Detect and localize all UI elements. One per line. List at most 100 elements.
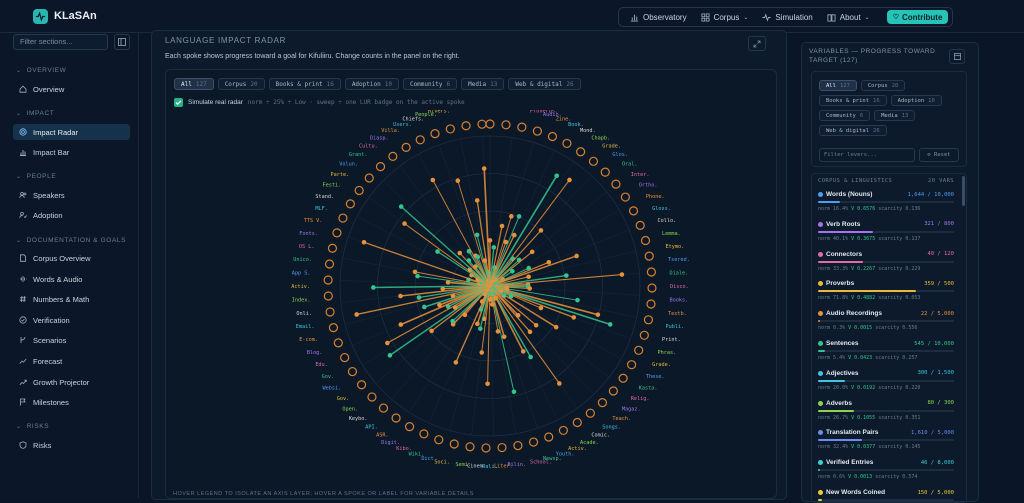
radar-spoke-label[interactable]: Glos.: [612, 152, 628, 158]
radar-spoke-label[interactable]: Tsered.: [668, 257, 690, 263]
radar-spoke-label[interactable]: Websi.: [323, 385, 342, 391]
chip-web-digital[interactable]: Web & digital26: [508, 78, 580, 90]
sidebar-item-overview[interactable]: Overview: [13, 81, 130, 97]
var-chip-adoption[interactable]: Adoption10: [891, 95, 942, 106]
expand-button[interactable]: [748, 36, 766, 51]
sidebar-item-corpus-overview[interactable]: Corpus Overview: [13, 250, 130, 266]
radar-value-point[interactable]: [564, 273, 569, 278]
var-chip-community[interactable]: Community6: [819, 110, 870, 121]
sidebar-item-milestones[interactable]: Milestones: [13, 394, 130, 410]
radar-spoke-label[interactable]: E-com.: [299, 337, 318, 343]
sidebar-item-speakers[interactable]: Speakers: [13, 187, 130, 203]
radar-spoke-label[interactable]: Etymo.: [665, 244, 684, 250]
radar-spoke-label[interactable]: Gov.: [322, 374, 335, 380]
radar-value-point[interactable]: [476, 255, 481, 260]
radar-spoke-label[interactable]: Users.: [393, 122, 412, 128]
contribute-button[interactable]: ♡ Contribute: [887, 10, 949, 24]
radar-spoke-label[interactable]: Mond.: [580, 128, 596, 134]
radar-spoke-label[interactable]: Kasta.: [639, 385, 658, 391]
variable-item[interactable]: Adverbs80 / 300norm 26.7% V 0.1055 scarc…: [818, 399, 954, 426]
radar-spoke-label[interactable]: Phras.: [658, 350, 677, 356]
sidebar-item-growth-projector[interactable]: Growth Projector: [13, 374, 130, 390]
radar-spoke-label[interactable]: Kibo.: [396, 446, 412, 452]
var-chip-books-print[interactable]: Books & print16: [819, 95, 887, 106]
radar-value-point[interactable]: [467, 258, 472, 263]
radar-value-point[interactable]: [528, 330, 533, 335]
var-chip-media[interactable]: Media13: [874, 110, 915, 121]
impact-radar-chart[interactable]: Words.Verb.Sentences.Proverbs.Audio.Zine…: [166, 110, 778, 500]
radar-value-point[interactable]: [417, 295, 422, 300]
section-people[interactable]: ⌄PEOPLE: [16, 173, 56, 180]
radar-value-point[interactable]: [530, 250, 535, 255]
radar-value-point[interactable]: [490, 302, 495, 307]
radar-value-point[interactable]: [450, 319, 455, 324]
radar-spoke-label[interactable]: OS L.: [299, 244, 315, 250]
radar-spoke-label[interactable]: Print.: [662, 337, 681, 343]
variable-item[interactable]: Verb Roots321 / 800norm 40.1% V 0.3675 s…: [818, 220, 954, 247]
radar-spoke-label[interactable]: Email.: [296, 324, 315, 330]
sidebar-item-forecast[interactable]: Forecast: [13, 353, 130, 369]
radar-value-point[interactable]: [574, 254, 579, 259]
section-documentation[interactable]: ⌄DOCUMENTATION & GOALS: [16, 237, 126, 244]
radar-value-point[interactable]: [413, 270, 418, 275]
radar-spoke-label[interactable]: Oral.: [622, 162, 638, 168]
radar-value-point[interactable]: [526, 274, 531, 279]
nav-observatory[interactable]: Observatory: [623, 8, 694, 26]
radar-value-point[interactable]: [398, 294, 403, 299]
radar-spoke-label[interactable]: Villa.: [381, 128, 400, 134]
radar-value-point[interactable]: [512, 389, 517, 394]
radar-spoke-label[interactable]: Unico.: [293, 257, 312, 263]
radar-value-point[interactable]: [554, 173, 559, 178]
radar-value-point[interactable]: [492, 245, 497, 250]
radar-spoke-label[interactable]: Activ.: [291, 284, 310, 290]
radar-value-point[interactable]: [455, 178, 460, 183]
radar-spoke-label[interactable]: Songs.: [602, 425, 621, 431]
nav-corpus[interactable]: Corpus ⌄: [694, 8, 756, 26]
radar-spoke-label[interactable]: Collo.: [658, 218, 677, 224]
var-chip-corpus[interactable]: Corpus20: [861, 80, 906, 91]
variables-menu-button[interactable]: [949, 49, 965, 64]
radar-value-point[interactable]: [547, 260, 552, 265]
radar-spoke-label[interactable]: Dance.: [467, 110, 486, 111]
sidebar-item-impact-bar[interactable]: Impact Bar: [13, 144, 130, 160]
radar-value-point[interactable]: [385, 341, 390, 346]
nav-about[interactable]: About ⌄: [820, 8, 877, 26]
variables-reset-button[interactable]: ⊘ Reset: [919, 148, 959, 162]
sidebar-item-scenarios[interactable]: Scenarios: [13, 332, 130, 348]
brand[interactable]: KLaSAn: [33, 9, 97, 24]
radar-spoke-label[interactable]: Fonts.: [299, 231, 318, 237]
sidebar-item-verification[interactable]: Verification: [13, 312, 130, 328]
radar-value-point[interactable]: [567, 178, 572, 183]
radar-spoke-label[interactable]: Open.: [342, 406, 358, 412]
chip-all[interactable]: All127: [174, 78, 214, 90]
radar-spoke-label[interactable]: TTS V.: [304, 218, 323, 224]
radar-value-point[interactable]: [496, 329, 501, 334]
variable-item[interactable]: Translation Pairs1,610 / 5,000norm 32.4%…: [818, 428, 954, 455]
radar-spoke-label[interactable]: App S.: [292, 271, 311, 277]
radar-value-point[interactable]: [454, 360, 459, 365]
radar-value-point[interactable]: [415, 274, 420, 279]
radar-spoke-label[interactable]: Parte.: [331, 172, 350, 178]
sidebar-item-impact-radar[interactable]: Impact Radar: [13, 124, 130, 140]
radar-value-point[interactable]: [571, 315, 576, 320]
radar-value-point[interactable]: [475, 233, 480, 238]
chip-community[interactable]: Community6: [403, 78, 457, 90]
radar-value-point[interactable]: [480, 299, 485, 304]
variable-item[interactable]: Sentences545 / 10,000norm 5.4% V 0.0423 …: [818, 339, 954, 366]
radar-value-point[interactable]: [482, 166, 487, 171]
radar-value-point[interactable]: [457, 251, 462, 256]
radar-value-point[interactable]: [510, 269, 515, 274]
radar-value-point[interactable]: [354, 312, 359, 317]
radar-spoke-label[interactable]: Index.: [292, 297, 311, 303]
chip-corpus[interactable]: Corpus20: [218, 78, 265, 90]
radar-spoke-label[interactable]: Disco.: [670, 284, 689, 290]
radar-spoke-label[interactable]: These.: [646, 374, 665, 380]
variable-item[interactable]: Connectors40 / 120norm 33.3% V 0.2267 sc…: [818, 250, 954, 277]
radar-spoke-label[interactable]: Diale.: [669, 271, 688, 277]
radar-value-point[interactable]: [557, 381, 562, 386]
variables-search-input[interactable]: Filter levers...: [819, 148, 915, 162]
radar-spoke-label[interactable]: Acade.: [580, 440, 599, 446]
radar-value-point[interactable]: [539, 228, 544, 233]
radar-spoke-label[interactable]: Volun.: [339, 162, 358, 168]
variable-item[interactable]: Words (Nouns)1,644 / 10,000norm 16.4% V …: [818, 190, 954, 217]
